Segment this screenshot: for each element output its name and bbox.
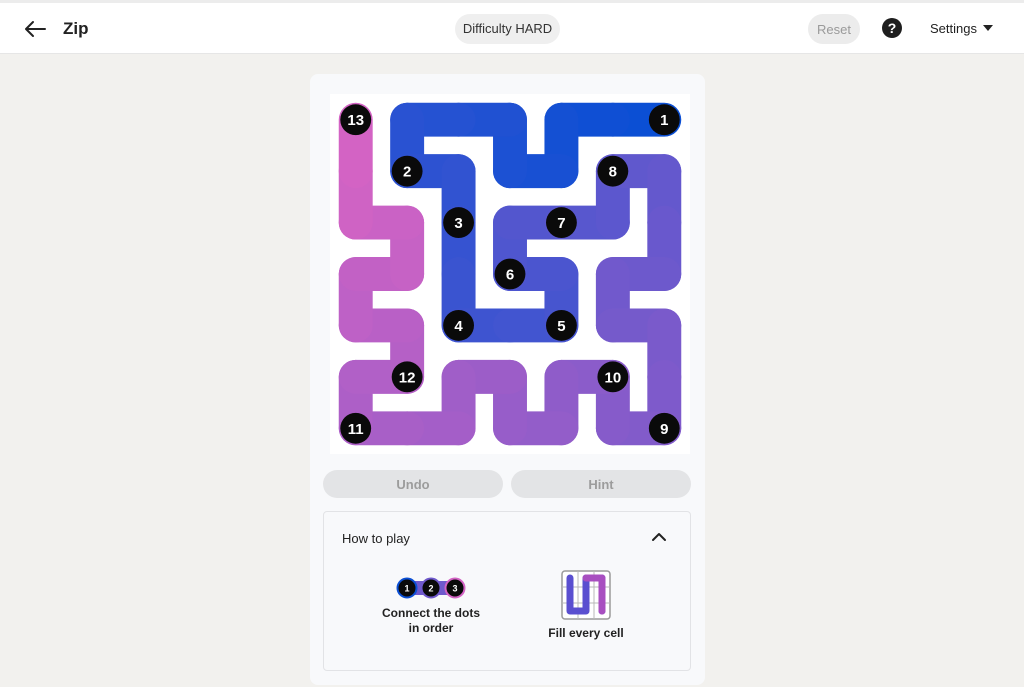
puzzle-grid[interactable]: 1234 5678910111213	[330, 94, 690, 454]
dot-6[interactable]: 6	[494, 258, 526, 290]
dot-label: 10	[605, 369, 622, 386]
dot-2[interactable]: 2	[391, 155, 423, 187]
chevron-up-icon[interactable]	[651, 531, 667, 543]
dot-12[interactable]: 12	[391, 361, 423, 393]
dot-label: 11	[348, 421, 364, 438]
how-to-play-panel: How to play 1 2 3 Connect the dots in orde…	[323, 511, 691, 671]
dot-label: 1	[660, 112, 668, 129]
undo-button[interactable]: Undo	[323, 470, 503, 498]
dot-label: 13	[347, 112, 364, 129]
page-title: Zip	[63, 19, 89, 38]
dot-label: 9	[660, 421, 668, 438]
dot-13[interactable]: 13	[340, 104, 372, 136]
fill-grid-illustration	[561, 570, 611, 620]
settings-menu[interactable]: Settings	[930, 21, 993, 36]
dot-5[interactable]: 5	[546, 310, 577, 341]
step-connect-dots-label: Connect the dots in order	[382, 606, 480, 635]
dot-label: 5	[557, 318, 565, 335]
dot-label: 7	[557, 215, 565, 232]
dot-label: 4	[454, 318, 463, 335]
difficulty-badge: Difficulty HARD	[455, 14, 560, 44]
step-connect-dots: 1 2 3 Connect the dots in order	[376, 576, 486, 636]
illustration-dot-label: 3	[452, 584, 457, 594]
help-icon[interactable]: ?	[882, 18, 902, 38]
dot-11[interactable]: 11	[340, 412, 372, 444]
back-arrow-icon[interactable]	[22, 17, 48, 41]
dot-9[interactable]: 9	[648, 412, 680, 444]
settings-label: Settings	[930, 21, 977, 36]
dot-label: 3	[454, 215, 462, 232]
dot-label: 2	[403, 164, 411, 181]
reset-button[interactable]: Reset	[808, 14, 860, 44]
dot-label: 6	[506, 267, 514, 284]
dot-8[interactable]: 8	[597, 155, 629, 187]
puzzle-board[interactable]: 1 2 3 4 5 6 7 8 9 10 11 12 13	[330, 94, 690, 454]
dot-7[interactable]: 7	[546, 207, 577, 238]
illustration-dot-label: 2	[428, 584, 433, 594]
dot-4[interactable]: 4	[443, 310, 474, 341]
dot-1[interactable]: 1	[648, 104, 680, 136]
top-bar: Zip Difficulty HARD Reset ? Settings	[0, 0, 1024, 54]
game-card: 1 2 3 4 5 6 7 8 9 10 11 12 13 Undo Hint How to play …	[310, 74, 705, 685]
caret-down-icon	[982, 25, 993, 31]
connect-dots-illustration: 1 2 3	[396, 577, 466, 599]
dot-10[interactable]: 10	[597, 361, 629, 393]
dot-3[interactable]: 3	[443, 207, 474, 238]
hint-button[interactable]: Hint	[511, 470, 691, 498]
step-fill-cells: Fill every cell	[536, 570, 636, 641]
how-to-play-title: How to play	[342, 531, 410, 546]
dot-label: 12	[399, 369, 416, 386]
step-fill-cells-label: Fill every cell	[548, 626, 624, 640]
dot-label: 8	[609, 164, 617, 181]
illustration-dot-label: 1	[404, 584, 409, 594]
